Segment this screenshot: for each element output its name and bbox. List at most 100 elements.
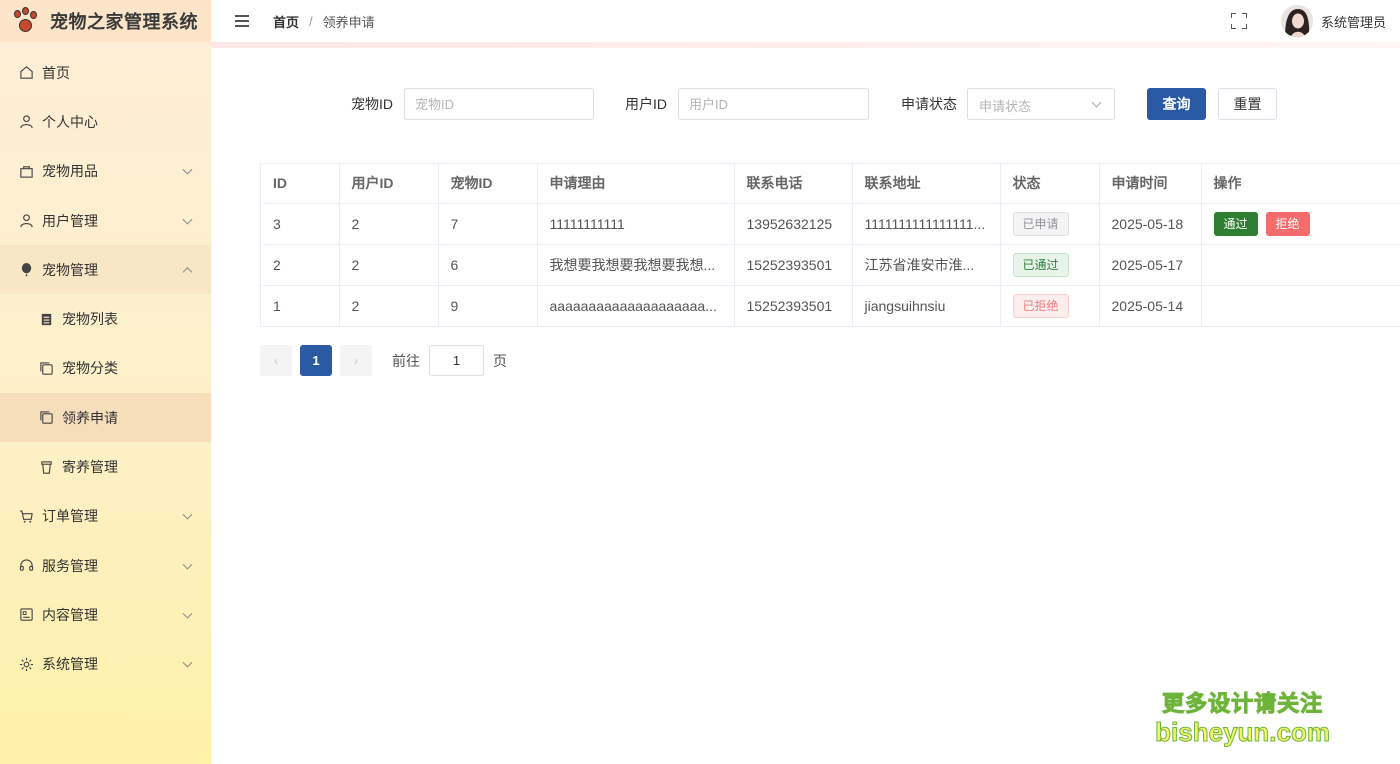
cup-icon bbox=[38, 459, 54, 475]
cell-id: 2 bbox=[261, 244, 340, 286]
search-form: 宠物ID 用户ID 申请状态 申请状态 查询 重置 bbox=[221, 88, 1400, 120]
sidebar-item-service-management[interactable]: 服务管理 bbox=[0, 541, 211, 590]
avatar[interactable] bbox=[1280, 5, 1313, 37]
column-header: 申请时间 bbox=[1099, 164, 1202, 204]
gear-icon bbox=[18, 656, 34, 672]
pet-id-input[interactable] bbox=[404, 88, 594, 120]
header-right: 系统管理员 bbox=[1230, 0, 1400, 42]
sidebar-item-label: 宠物列表 bbox=[62, 311, 118, 328]
breadcrumb-home[interactable]: 首页 bbox=[273, 12, 299, 31]
status-badge: 已拒绝 bbox=[1012, 293, 1069, 318]
chevron-up-icon bbox=[182, 266, 193, 277]
cell-pet-id: 9 bbox=[438, 285, 538, 327]
cell-id: 1 bbox=[261, 285, 340, 327]
watermark-line1: 更多设计请关注 bbox=[1162, 691, 1324, 717]
sidebar-item-pet-supplies[interactable]: 宠物用品 bbox=[0, 147, 211, 196]
cell-actions bbox=[1201, 285, 1400, 327]
table-row: 3 2 7 11111111111 13952632125 1111111111… bbox=[261, 203, 1400, 245]
main-content: 宠物ID 用户ID 申请状态 申请状态 查询 重置 ID 用户ID 宠物ID 申… bbox=[221, 48, 1400, 764]
reset-button[interactable]: 重置 bbox=[1218, 88, 1277, 120]
sidebar-menu: 首页 个人中心 宠物用品 用户管理 宠物管理 宠物列表 宠物分类 领养申请 寄养… bbox=[0, 42, 211, 689]
column-header: 状态 bbox=[1000, 164, 1100, 204]
cell-address: 1111111111111111... bbox=[852, 203, 1001, 245]
home-icon bbox=[18, 65, 34, 81]
page-suffix-label: 页 bbox=[493, 352, 507, 369]
sidebar-item-label: 领养申请 bbox=[62, 409, 118, 426]
sidebar-item-label: 宠物管理 bbox=[42, 261, 98, 278]
app-logo[interactable]: 宠物之家管理系统 bbox=[0, 0, 211, 42]
sidebar-item-adoption-application[interactable]: 领养申请 bbox=[0, 393, 211, 443]
cell-user-id: 2 bbox=[339, 285, 439, 327]
query-button[interactable]: 查询 bbox=[1147, 88, 1206, 120]
sidebar-item-home[interactable]: 首页 bbox=[0, 48, 211, 97]
chevron-down-icon bbox=[182, 214, 193, 225]
sidebar-item-label: 宠物用品 bbox=[42, 163, 98, 180]
sidebar-item-label: 个人中心 bbox=[42, 113, 98, 130]
sidebar-item-pet-category[interactable]: 宠物分类 bbox=[0, 344, 211, 393]
copy-icon bbox=[38, 360, 54, 376]
sidebar-item-pet-list[interactable]: 宠物列表 bbox=[0, 294, 211, 343]
chevron-down-icon bbox=[182, 164, 193, 175]
sidebar-item-label: 系统管理 bbox=[42, 656, 98, 673]
watermark: 更多设计请关注 bisheyun.com bbox=[1155, 686, 1331, 747]
bag-icon bbox=[18, 163, 34, 179]
sidebar-item-order-management[interactable]: 订单管理 bbox=[0, 492, 211, 541]
fullscreen-icon[interactable] bbox=[1230, 13, 1247, 29]
cell-phone: 15252393501 bbox=[734, 244, 853, 286]
sidebar-item-system-management[interactable]: 系统管理 bbox=[0, 640, 211, 689]
user-id-input[interactable] bbox=[678, 88, 869, 120]
next-page-button[interactable]: › bbox=[340, 345, 372, 376]
sidebar-item-pet-management[interactable]: 宠物管理 bbox=[0, 245, 211, 295]
list-icon bbox=[38, 311, 54, 327]
app-title: 宠物之家管理系统 bbox=[50, 12, 198, 32]
sidebar-item-personal-center[interactable]: 个人中心 bbox=[0, 97, 211, 146]
admin-name[interactable]: 系统管理员 bbox=[1321, 12, 1386, 31]
cell-reason: 我想要我想要我想要我想... bbox=[537, 244, 735, 286]
status-badge: 已通过 bbox=[1012, 252, 1069, 277]
chevron-down-icon bbox=[182, 509, 193, 520]
user-icon bbox=[18, 114, 34, 130]
prev-page-button[interactable]: ‹ bbox=[260, 345, 292, 376]
cell-status: 已拒绝 bbox=[1000, 285, 1100, 327]
column-header: 用户ID bbox=[339, 164, 439, 204]
watermark-line2: bisheyun.com bbox=[1155, 717, 1331, 747]
cell-reason: aaaaaaaaaaaaaaaaaaaa... bbox=[537, 285, 735, 327]
chevron-down-icon bbox=[182, 608, 193, 619]
status-select-placeholder: 申请状态 bbox=[979, 99, 1032, 114]
breadcrumb-current: 领养申请 bbox=[322, 14, 375, 30]
status-label: 申请状态 bbox=[901, 96, 957, 112]
sidebar-item-label: 内容管理 bbox=[42, 606, 98, 623]
approve-button[interactable]: 通过 bbox=[1213, 211, 1258, 236]
sidebar-item-user-management[interactable]: 用户管理 bbox=[0, 196, 211, 245]
goto-page-input[interactable] bbox=[429, 345, 484, 376]
cell-actions bbox=[1201, 244, 1400, 286]
status-badge: 已申请 bbox=[1012, 211, 1069, 236]
user-id-label: 用户ID bbox=[625, 96, 667, 112]
goto-label: 前往 bbox=[392, 352, 420, 369]
menu-toggle-icon[interactable] bbox=[235, 15, 249, 27]
sidebar-item-label: 宠物分类 bbox=[62, 360, 118, 377]
status-select[interactable]: 申请状态 bbox=[967, 88, 1115, 120]
page-number-button[interactable]: 1 bbox=[300, 345, 332, 376]
column-header: 宠物ID bbox=[438, 164, 538, 204]
document-icon bbox=[18, 607, 34, 623]
sidebar-item-label: 用户管理 bbox=[42, 212, 98, 229]
cell-status: 已通过 bbox=[1000, 244, 1100, 286]
cart-icon bbox=[18, 508, 34, 524]
reject-button[interactable]: 拒绝 bbox=[1265, 211, 1310, 236]
cell-status: 已申请 bbox=[1000, 203, 1100, 245]
cell-phone: 13952632125 bbox=[734, 203, 853, 245]
chevron-down-icon bbox=[1091, 97, 1102, 108]
balloon-icon bbox=[18, 262, 34, 278]
table-header-row: ID 用户ID 宠物ID 申请理由 联系电话 联系地址 状态 申请时间 操作 bbox=[261, 164, 1400, 204]
sidebar-item-foster-management[interactable]: 寄养管理 bbox=[0, 442, 211, 491]
cell-user-id: 2 bbox=[339, 244, 439, 286]
cell-time: 2025-05-18 bbox=[1099, 203, 1202, 245]
breadcrumb: 首页 / 领养申请 bbox=[273, 12, 375, 31]
sidebar-item-content-management[interactable]: 内容管理 bbox=[0, 590, 211, 639]
cell-id: 3 bbox=[261, 203, 340, 245]
sidebar-item-label: 首页 bbox=[42, 64, 70, 81]
column-header: 联系地址 bbox=[852, 164, 1001, 204]
cell-time: 2025-05-14 bbox=[1099, 285, 1202, 327]
cell-time: 2025-05-17 bbox=[1099, 244, 1202, 286]
